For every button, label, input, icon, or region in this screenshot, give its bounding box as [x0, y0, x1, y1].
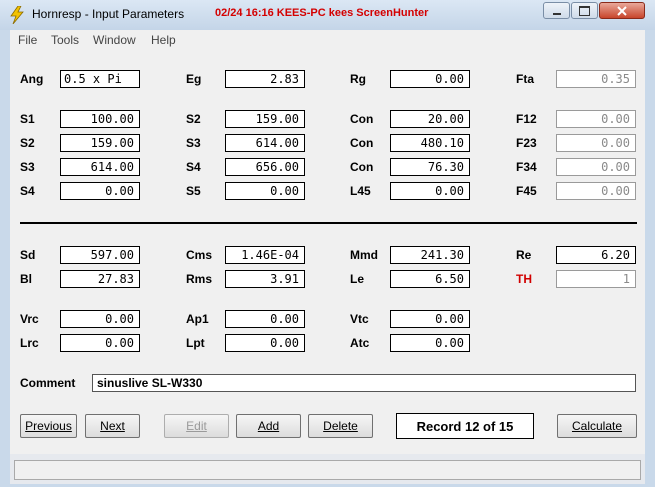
- menu-file[interactable]: File: [18, 33, 37, 47]
- label-th: TH: [516, 272, 532, 286]
- field-s4-b[interactable]: 0.00: [60, 182, 140, 200]
- field-s5[interactable]: 0.00: [225, 182, 305, 200]
- label-s3-b: S3: [20, 160, 35, 174]
- label-lpt: Lpt: [186, 336, 205, 350]
- field-s2-b[interactable]: 159.00: [60, 134, 140, 152]
- status-bar: [14, 460, 641, 480]
- label-s2-b: S2: [20, 136, 35, 150]
- label-ap1: Ap1: [186, 312, 209, 326]
- label-s2: S2: [186, 112, 201, 126]
- label-bl: Bl: [20, 272, 32, 286]
- close-button[interactable]: [599, 2, 645, 19]
- field-eg[interactable]: 2.83: [225, 70, 305, 88]
- label-rms: Rms: [186, 272, 213, 286]
- field-atc[interactable]: 0.00: [390, 334, 470, 352]
- field-th: 1: [556, 270, 636, 288]
- label-re: Re: [516, 248, 532, 262]
- field-lpt[interactable]: 0.00: [225, 334, 305, 352]
- lightning-icon: [9, 5, 25, 25]
- label-s4: S4: [186, 160, 201, 174]
- field-rg[interactable]: 0.00: [390, 70, 470, 88]
- field-con-1[interactable]: 20.00: [390, 110, 470, 128]
- maximize-icon: [579, 5, 590, 16]
- field-bl[interactable]: 27.83: [60, 270, 140, 288]
- label-ang: Ang: [20, 72, 44, 86]
- field-f12: 0.00: [556, 110, 636, 128]
- field-f45: 0.00: [556, 182, 636, 200]
- label-fta: Fta: [516, 72, 534, 86]
- label-s3: S3: [186, 136, 201, 150]
- label-le: Le: [350, 272, 365, 286]
- menu-window[interactable]: Window: [93, 33, 136, 47]
- add-button[interactable]: Add: [236, 414, 301, 438]
- minimize-button[interactable]: [543, 2, 570, 19]
- comment-field[interactable]: sinuslive SL-W330: [92, 374, 636, 392]
- field-con-3[interactable]: 76.30: [390, 158, 470, 176]
- maximize-button[interactable]: [571, 2, 598, 19]
- field-s3-b[interactable]: 614.00: [60, 158, 140, 176]
- label-rg: Rg: [350, 72, 366, 86]
- field-vrc[interactable]: 0.00: [60, 310, 140, 328]
- edit-button: Edit: [164, 414, 229, 438]
- minimize-icon: [552, 12, 561, 15]
- label-con-1: Con: [350, 112, 374, 126]
- label-s4-b: S4: [20, 184, 35, 198]
- close-icon: [617, 5, 627, 16]
- label-con-2: Con: [350, 136, 374, 150]
- label-vrc: Vrc: [20, 312, 39, 326]
- delete-button[interactable]: Delete: [308, 414, 373, 438]
- field-sd[interactable]: 597.00: [60, 246, 140, 264]
- field-lrc[interactable]: 0.00: [60, 334, 140, 352]
- next-button[interactable]: Next: [85, 414, 140, 438]
- field-fta: 0.35: [556, 70, 636, 88]
- label-eg: Eg: [186, 72, 202, 86]
- field-s2[interactable]: 159.00: [225, 110, 305, 128]
- label-vtc: Vtc: [350, 312, 369, 326]
- calculate-button[interactable]: Calculate: [557, 414, 637, 438]
- label-cms: Cms: [186, 248, 213, 262]
- label-f34: F34: [516, 160, 537, 174]
- field-f23: 0.00: [556, 134, 636, 152]
- field-cms[interactable]: 1.46E-04: [225, 246, 305, 264]
- label-mmd: Mmd: [350, 248, 378, 262]
- label-sd: Sd: [20, 248, 36, 262]
- field-con-2[interactable]: 480.10: [390, 134, 470, 152]
- field-rms[interactable]: 3.91: [225, 270, 305, 288]
- label-f23: F23: [516, 136, 537, 150]
- label-lrc: Lrc: [20, 336, 39, 350]
- label-con-3: Con: [350, 160, 374, 174]
- field-s3[interactable]: 614.00: [225, 134, 305, 152]
- field-ap1[interactable]: 0.00: [225, 310, 305, 328]
- field-mmd[interactable]: 241.30: [390, 246, 470, 264]
- field-le[interactable]: 6.50: [390, 270, 470, 288]
- section-divider: [20, 222, 637, 224]
- label-atc: Atc: [350, 336, 370, 350]
- label-l45: L45: [350, 184, 371, 198]
- field-ang[interactable]: 0.5 x Pi: [60, 70, 140, 88]
- previous-button[interactable]: Previous: [20, 414, 77, 438]
- label-comment: Comment: [20, 376, 76, 390]
- label-s5: S5: [186, 184, 201, 198]
- field-vtc[interactable]: 0.00: [390, 310, 470, 328]
- label-s1: S1: [20, 112, 35, 126]
- field-f34: 0.00: [556, 158, 636, 176]
- field-re[interactable]: 6.20: [556, 246, 636, 264]
- screenhunter-overlay: 02/24 16:16 KEES-PC kees ScreenHunter: [215, 7, 429, 19]
- record-indicator: Record 12 of 15: [396, 413, 534, 439]
- field-l45[interactable]: 0.00: [390, 182, 470, 200]
- field-s1[interactable]: 100.00: [60, 110, 140, 128]
- menu-tools[interactable]: Tools: [51, 33, 79, 47]
- menu-help[interactable]: Help: [151, 33, 176, 47]
- label-f45: F45: [516, 184, 537, 198]
- field-s4[interactable]: 656.00: [225, 158, 305, 176]
- window-title: Hornresp - Input Parameters: [32, 7, 185, 21]
- label-f12: F12: [516, 112, 537, 126]
